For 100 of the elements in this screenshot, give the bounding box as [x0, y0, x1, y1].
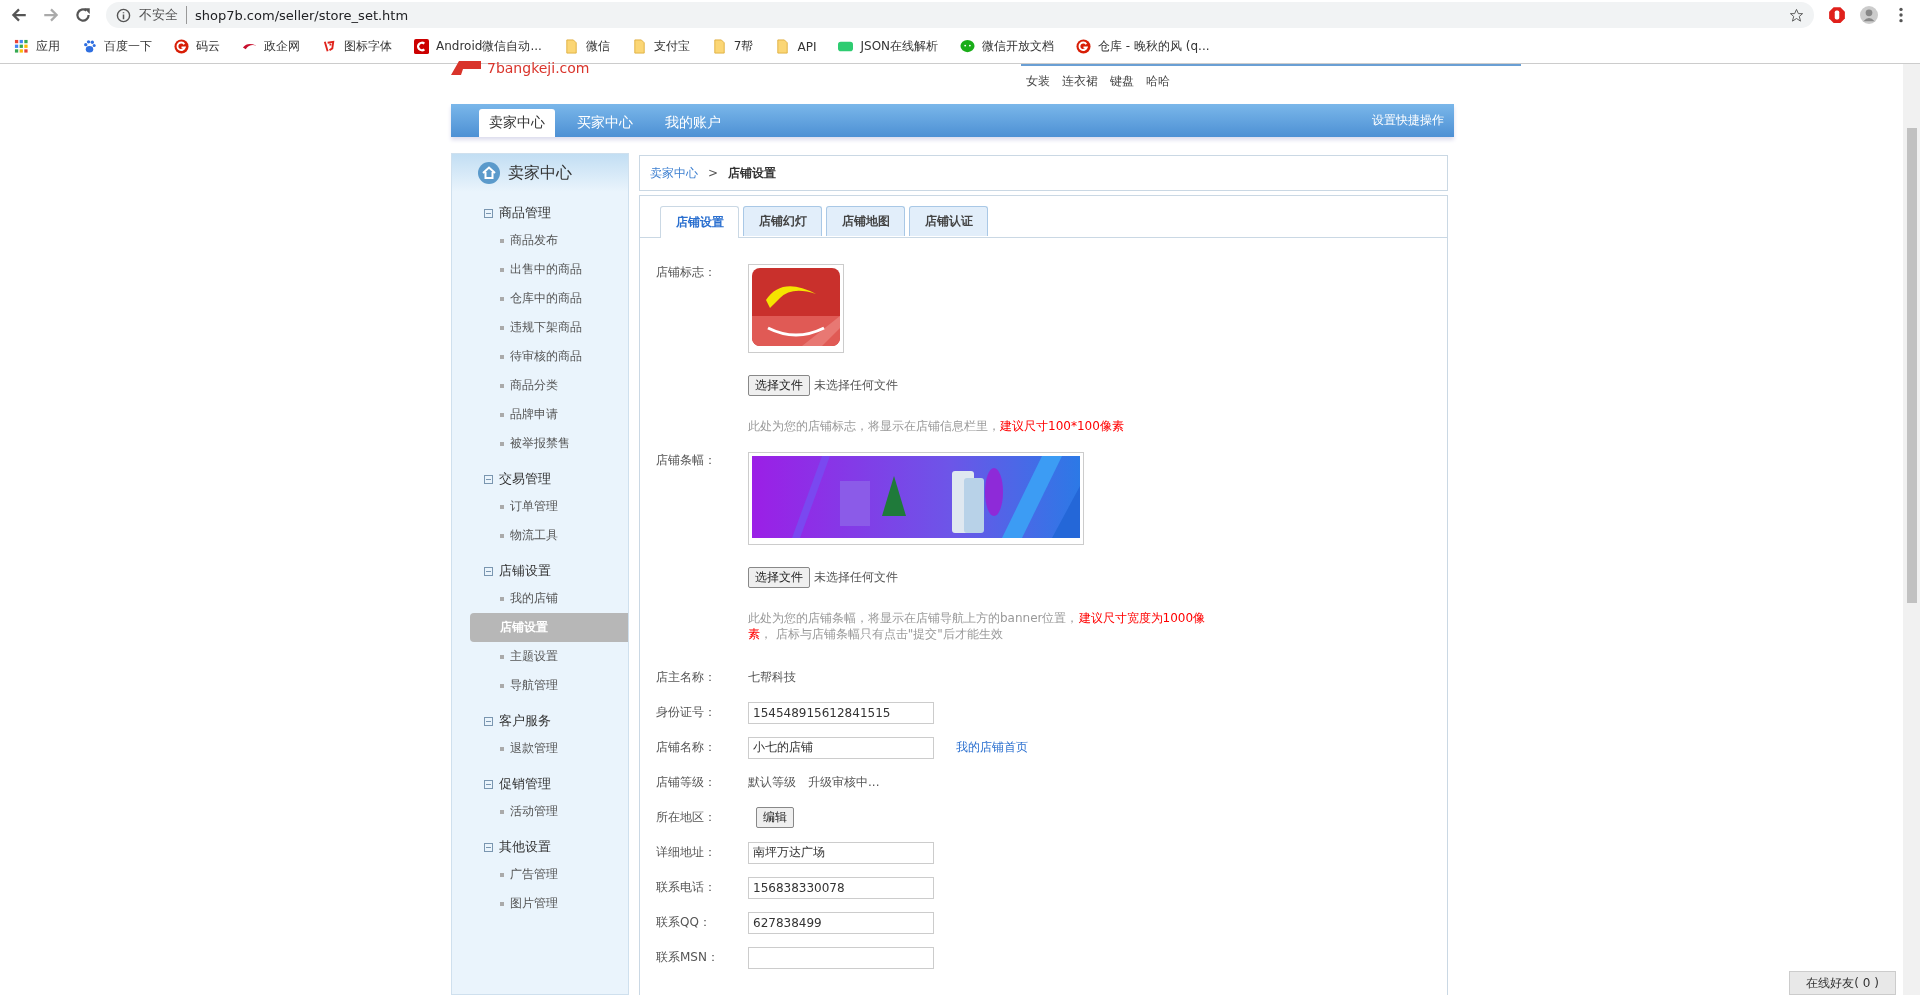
bookmark-link[interactable]: 应用: [36, 38, 60, 55]
input-field[interactable]: 627838499: [748, 911, 934, 934]
tab[interactable]: 店铺幻灯: [743, 206, 822, 236]
group-heading[interactable]: 交易管理: [499, 470, 551, 488]
bookmark-link[interactable]: 7帮: [733, 38, 754, 55]
input-field[interactable]: 156838330078: [748, 876, 934, 899]
sidebar-item[interactable]: 主题设置: [510, 648, 558, 665]
star-icon[interactable]: [1789, 7, 1804, 23]
sidebar-item[interactable]: 活动管理: [510, 803, 558, 820]
sidebar-item[interactable]: 图片管理: [510, 895, 558, 912]
header-link[interactable]: 连衣裙: [1062, 73, 1098, 90]
edit-button[interactable]: 编辑: [756, 807, 794, 828]
bookmark-link[interactable]: 支付宝: [653, 38, 690, 55]
sidebar-item[interactable]: 商品分类: [510, 377, 558, 394]
nav-tab[interactable]: 卖家中心: [479, 109, 555, 137]
sidebar-item[interactable]: 广告管理: [510, 866, 558, 883]
bullet-icon: [500, 296, 504, 301]
bullet-icon: [500, 654, 504, 659]
folder-icon: [631, 39, 647, 54]
bookmark-link[interactable]: JSON在线解析: [860, 38, 939, 55]
stop-hand-icon[interactable]: [1828, 6, 1846, 24]
tab[interactable]: 店铺设置: [660, 206, 739, 238]
sidebar-item[interactable]: 仓库中的商品: [510, 290, 582, 307]
sidebar-item[interactable]: 退款管理: [510, 740, 558, 757]
sidebar-item[interactable]: 导航管理: [510, 677, 558, 694]
bookmark-link[interactable]: 政企网: [264, 38, 300, 55]
reload-icon[interactable]: [74, 6, 92, 24]
header-link[interactable]: 键盘: [1110, 73, 1134, 90]
back-icon[interactable]: [10, 6, 28, 24]
c-logo-icon: [414, 39, 429, 54]
sidebar-title: 卖家中心: [508, 162, 572, 184]
logo-drawing: [451, 61, 481, 75]
input-field[interactable]: [748, 946, 934, 969]
input-field[interactable]: 南坪万达广场: [748, 841, 934, 864]
sidebar-item[interactable]: 我的店铺: [510, 590, 558, 607]
g-logo-icon: [1076, 39, 1092, 54]
bookmark-link[interactable]: API: [797, 39, 817, 54]
field-label: 详细地址：: [656, 844, 717, 861]
address-bar[interactable]: 不安全 shop7b.com/seller/store_set.htm: [106, 2, 1814, 28]
choose-file-button[interactable]: 选择文件: [748, 375, 810, 396]
bullet-icon: [500, 872, 504, 877]
bookmark-link[interactable]: 仓库 - 晚秋的风 (q...: [1098, 38, 1210, 55]
sidebar-item[interactable]: 被举报禁售: [510, 435, 570, 452]
input-field[interactable]: 154548915612841515: [748, 701, 934, 724]
forward-icon[interactable]: [42, 6, 60, 24]
field-value: 七帮科技: [748, 669, 796, 686]
bullet-icon: [500, 901, 504, 906]
scrollbar[interactable]: [1903, 64, 1920, 995]
bullet-icon: [500, 683, 504, 688]
breadcrumb-current: 店铺设置: [728, 164, 777, 182]
field-label: 店铺标志：: [656, 264, 717, 281]
sidebar-item[interactable]: 待审核的商品: [510, 348, 582, 365]
input-field[interactable]: 小七的店铺: [748, 736, 934, 759]
hint-text: 此处为您的店铺标志，将显示在店铺信息栏里，建议尺寸100*100像素: [748, 418, 1124, 434]
bookmark-link[interactable]: 微信开放文档: [982, 38, 1055, 55]
bullet-icon: [500, 238, 504, 243]
field-label: 联系MSN：: [656, 949, 720, 966]
tab[interactable]: 店铺地图: [826, 206, 905, 236]
home-icon: [478, 162, 500, 184]
chat-bubble-icon: [960, 39, 976, 54]
bookmark-link[interactable]: 码云: [196, 38, 220, 55]
store-home-link[interactable]: 我的店铺首页: [956, 739, 1028, 756]
collapse-icon[interactable]: [484, 779, 493, 789]
group-heading[interactable]: 客户服务: [499, 712, 551, 730]
collapse-icon[interactable]: [484, 842, 493, 852]
bookmark-link[interactable]: Android微信自动...: [436, 38, 542, 55]
collapse-icon[interactable]: [484, 474, 493, 484]
group-heading[interactable]: 其他设置: [499, 838, 551, 856]
sidebar-item[interactable]: 违规下架商品: [510, 319, 582, 336]
sidebar-item[interactable]: 商品发布: [510, 232, 558, 249]
bookmark-link[interactable]: 图标字体: [344, 38, 392, 55]
sidebar-item[interactable]: 品牌申请: [510, 406, 558, 423]
folder-icon: [563, 39, 579, 54]
collapse-icon[interactable]: [484, 208, 493, 218]
avatar-icon[interactable]: [1860, 6, 1878, 24]
sidebar-item[interactable]: 订单管理: [510, 498, 558, 515]
sidebar-item[interactable]: 物流工具: [510, 527, 558, 544]
folder-icon: [775, 39, 791, 54]
header-link[interactable]: 女装: [1026, 73, 1050, 90]
choose-file-button[interactable]: 选择文件: [748, 567, 810, 588]
info-icon: [116, 7, 131, 23]
security-label: 不安全: [139, 6, 187, 24]
group-heading[interactable]: 商品管理: [499, 204, 551, 222]
file-status: 未选择任何文件: [814, 569, 898, 586]
paw-icon: [82, 39, 97, 54]
breadcrumb-link[interactable]: 卖家中心: [650, 164, 698, 182]
logo-text: 7bangkeji.com: [487, 60, 590, 76]
bookmark-link[interactable]: 微信: [585, 38, 610, 55]
tab[interactable]: 店铺认证: [909, 206, 988, 236]
group-heading[interactable]: 店铺设置: [499, 562, 551, 580]
bookmark-link[interactable]: 百度一下: [104, 38, 152, 55]
collapse-icon[interactable]: [484, 716, 493, 726]
header-link[interactable]: 哈哈: [1146, 73, 1170, 90]
bullet-icon: [500, 383, 504, 388]
group-heading[interactable]: 促销管理: [499, 775, 551, 793]
field-label: 联系电话：: [656, 879, 717, 896]
collapse-icon[interactable]: [484, 566, 493, 576]
chat-button[interactable]: 在线好友( 0 ): [1789, 971, 1896, 995]
bullet-icon: [500, 412, 504, 417]
sidebar-item[interactable]: 出售中的商品: [510, 261, 582, 278]
